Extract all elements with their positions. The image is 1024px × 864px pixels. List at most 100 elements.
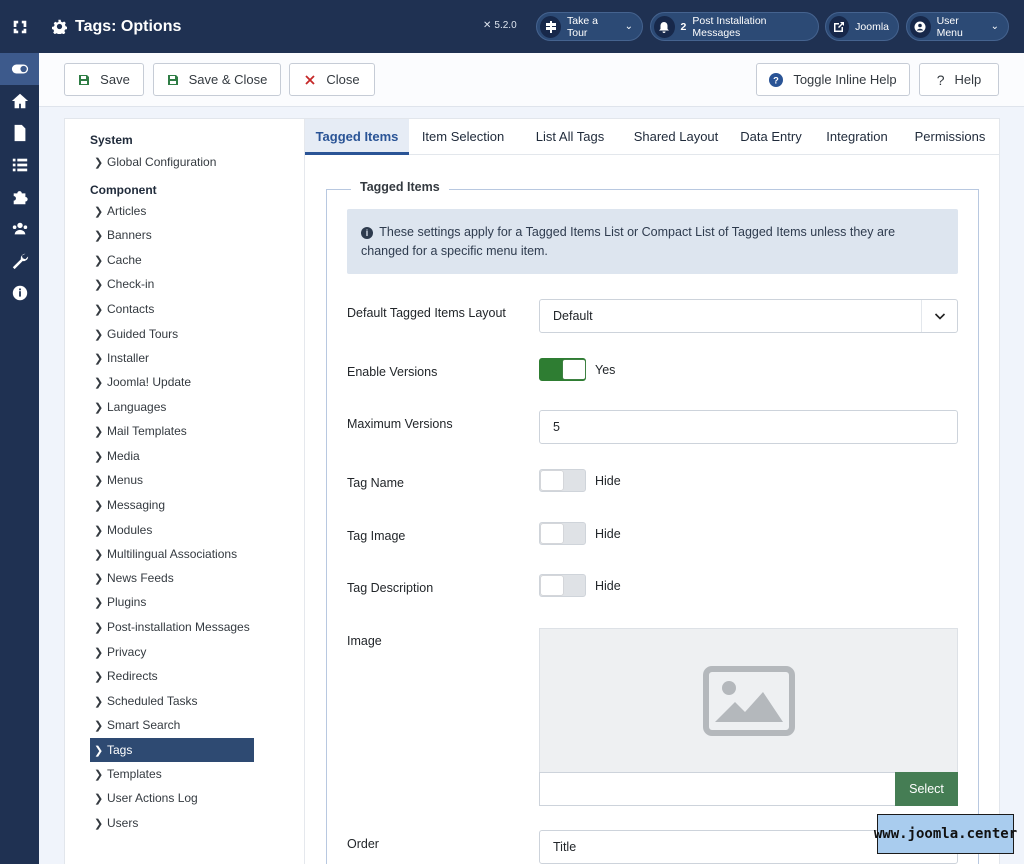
sidebar-item-user-actions-log[interactable]: ❯ User Actions Log <box>90 786 254 810</box>
users-icon[interactable] <box>0 213 39 245</box>
chevron-right-icon: ❯ <box>94 303 104 316</box>
sidebar-item-label: Check-in <box>107 277 155 291</box>
chevron-down-icon: ⌄ <box>624 21 633 32</box>
sidebar-item-redirects[interactable]: ❯ Redirects <box>90 664 254 688</box>
sidebar-item-users[interactable]: ❯ Users <box>90 811 254 835</box>
sidebar-item-news-feeds[interactable]: ❯ News Feeds <box>90 566 254 590</box>
alert-text: These settings apply for a Tagged Items … <box>361 225 896 258</box>
toggle-knob <box>541 471 563 490</box>
sidebar-item-global-configuration[interactable]: ❯ Global Configuration <box>90 150 254 174</box>
sidebar-item-guided-tours[interactable]: ❯ Guided Tours <box>90 322 254 346</box>
help-info-icon[interactable] <box>0 277 39 309</box>
tab-integration[interactable]: Integration <box>813 119 901 155</box>
save-icon <box>79 74 90 85</box>
chevron-right-icon: ❯ <box>94 205 104 218</box>
sidebar-item-articles[interactable]: ❯ Articles <box>90 199 254 223</box>
tag-name-toggle[interactable] <box>539 469 586 492</box>
sidebar-item-modules[interactable]: ❯ Modules <box>90 518 254 542</box>
chevron-right-icon: ❯ <box>94 768 104 781</box>
tab-permissions[interactable]: Permissions <box>901 119 999 155</box>
sidebar-item-installer[interactable]: ❯ Installer <box>90 346 254 370</box>
sidebar-item-label: Joomla! Update <box>107 375 192 389</box>
user-menu-button[interactable]: User Menu ⌄ <box>906 12 1009 41</box>
close-button[interactable]: Close <box>289 63 375 96</box>
toggle-help-label: Toggle Inline Help <box>793 72 897 87</box>
help-button[interactable]: ? Help <box>919 63 999 96</box>
chevron-right-icon: ❯ <box>94 450 104 463</box>
layout-label: Default Tagged Items Layout <box>347 306 506 320</box>
joomla-logo-icon[interactable] <box>0 0 39 53</box>
sidebar-item-smart-search[interactable]: ❯ Smart Search <box>90 713 254 737</box>
sidebar-item-label: Menus <box>107 473 144 487</box>
joomla-small-icon: ✕ <box>483 20 492 31</box>
view-site-button[interactable]: Joomla <box>825 12 899 41</box>
chevron-right-icon: ❯ <box>94 719 104 732</box>
page-title-text: Tags: Options <box>75 17 182 35</box>
post-install-messages-button[interactable]: 2 Post Installation Messages <box>650 12 819 41</box>
sidebar-item-check-in[interactable]: ❯ Check-in <box>90 272 254 296</box>
chevron-right-icon: ❯ <box>94 401 104 414</box>
sidebar-item-mail-templates[interactable]: ❯ Mail Templates <box>90 419 254 443</box>
external-link-icon <box>829 15 850 38</box>
options-panel: System ❯ Global Configuration Component … <box>64 118 1000 864</box>
sidebar-item-label: News Feeds <box>107 571 174 585</box>
menus-icon[interactable] <box>0 149 39 181</box>
sidebar-item-label: Modules <box>107 523 153 537</box>
system-wrench-icon[interactable] <box>0 245 39 277</box>
tag-image-toggle[interactable] <box>539 522 586 545</box>
sidebar-item-label: Users <box>107 816 139 830</box>
post-install-label: Post Installation Messages <box>692 14 767 39</box>
user-icon <box>910 15 931 38</box>
enable-versions-toggle[interactable] <box>539 358 586 381</box>
sidebar-item-label: Banners <box>107 228 152 242</box>
chevron-right-icon: ❯ <box>94 156 104 169</box>
extensions-icon[interactable] <box>0 181 39 213</box>
layout-select[interactable]: Default <box>539 299 958 333</box>
content-icon[interactable] <box>0 117 39 149</box>
save-button[interactable]: Save <box>64 63 144 96</box>
sidebar-item-multilingual-associations[interactable]: ❯ Multilingual Associations <box>90 542 254 566</box>
sidebar-item-label: Cache <box>107 253 142 267</box>
image-preview <box>539 628 958 773</box>
chevron-right-icon: ❯ <box>94 548 104 561</box>
order-select-value: Title <box>553 840 577 854</box>
sidebar-item-label: Redirects <box>107 669 158 683</box>
user-menu-label: User Menu <box>936 14 963 39</box>
sidebar-item-label: Multilingual Associations <box>107 547 238 561</box>
sidebar-item-media[interactable]: ❯ Media <box>90 444 254 468</box>
sidebar-item-languages[interactable]: ❯ Languages <box>90 395 254 419</box>
take-tour-button[interactable]: Take a Tour ⌄ <box>536 12 643 41</box>
toggle-menu-icon[interactable] <box>0 53 39 85</box>
sidebar-item-cache[interactable]: ❯ Cache <box>90 248 254 272</box>
save-close-button[interactable]: Save & Close <box>153 63 281 96</box>
tag-description-toggle[interactable] <box>539 574 586 597</box>
tab-data-entry[interactable]: Data Entry <box>729 119 813 155</box>
sidebar-item-post-installation-messages[interactable]: ❯ Post-installation Messages <box>90 615 254 639</box>
toggle-inline-help-button[interactable]: ? Toggle Inline Help <box>756 63 910 96</box>
sidebar-item-messaging[interactable]: ❯ Messaging <box>90 493 254 517</box>
icon-sidebar <box>0 0 39 864</box>
tab-item-selection[interactable]: Item Selection <box>409 119 517 155</box>
toggle-knob <box>541 576 563 595</box>
home-icon[interactable] <box>0 85 39 117</box>
select-image-button[interactable]: Select <box>895 772 958 806</box>
sidebar-item-tags[interactable]: ❯ Tags <box>90 738 254 762</box>
max-versions-input[interactable]: 5 <box>539 410 958 444</box>
component-sidebar: System ❯ Global Configuration Component … <box>65 119 305 864</box>
toggle-knob <box>541 524 563 543</box>
image-path-input[interactable] <box>539 772 896 806</box>
tab-shared-layout[interactable]: Shared Layout <box>623 119 729 155</box>
sidebar-item-templates[interactable]: ❯ Templates <box>90 762 254 786</box>
tab-list-all-tags[interactable]: List All Tags <box>517 119 623 155</box>
sidebar-item-privacy[interactable]: ❯ Privacy <box>90 640 254 664</box>
sidebar-item-menus[interactable]: ❯ Menus <box>90 468 254 492</box>
sidebar-item-banners[interactable]: ❯ Banners <box>90 223 254 247</box>
close-icon <box>305 74 316 85</box>
tab-tagged-items[interactable]: Tagged Items <box>305 119 409 155</box>
sidebar-item-plugins[interactable]: ❯ Plugins <box>90 590 254 614</box>
sidebar-item-scheduled-tasks[interactable]: ❯ Scheduled Tasks <box>90 689 254 713</box>
options-tabs: Tagged Items Item Selection List All Tags S… <box>305 119 1000 155</box>
signpost-icon <box>540 15 561 38</box>
sidebar-item-joomla-update[interactable]: ❯ Joomla! Update <box>90 370 254 394</box>
sidebar-item-contacts[interactable]: ❯ Contacts <box>90 297 254 321</box>
